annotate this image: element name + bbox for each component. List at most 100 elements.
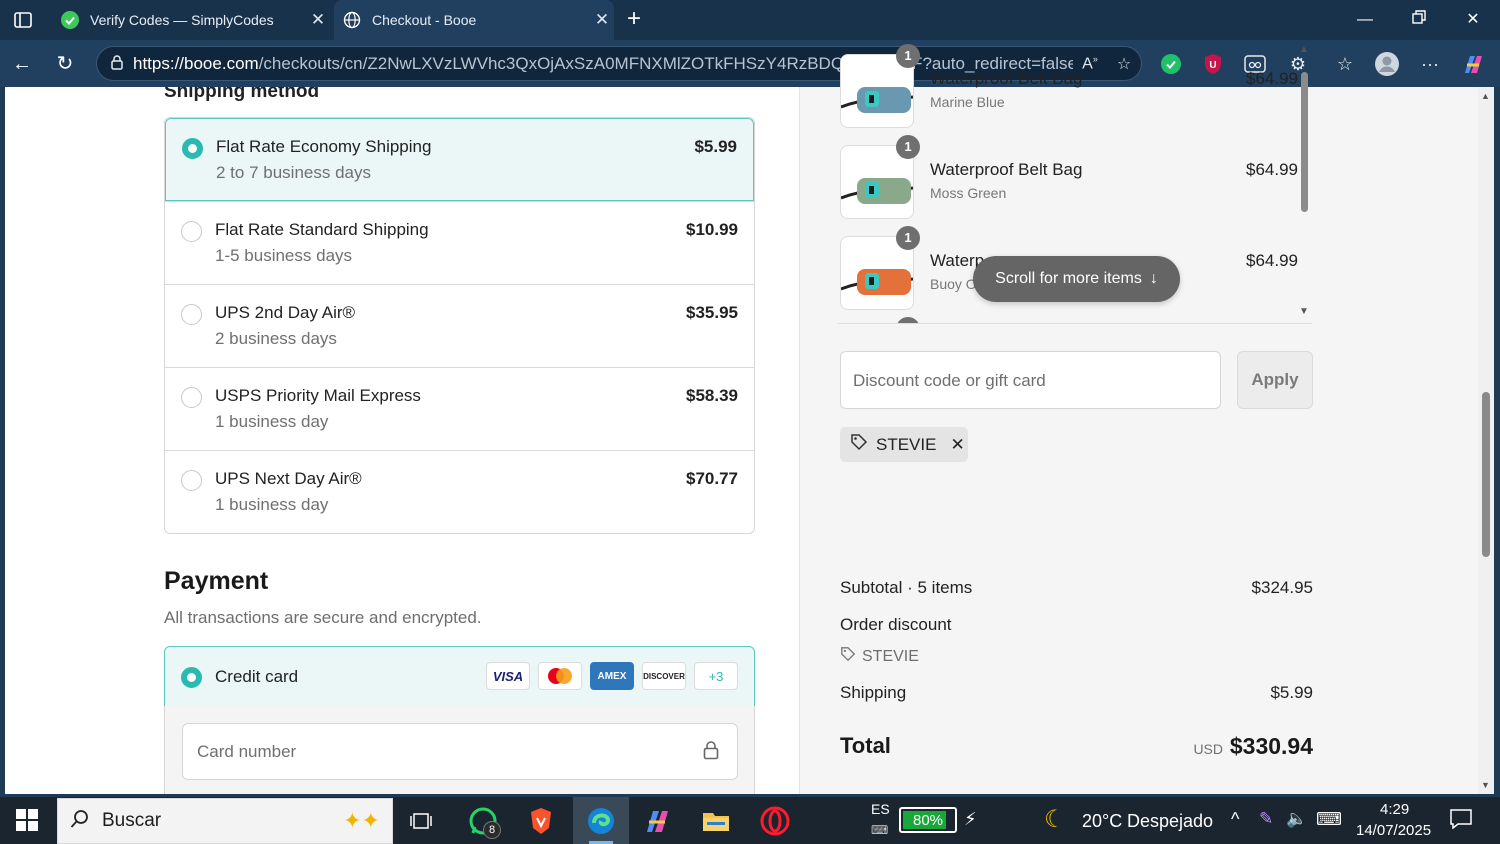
item-variant: Marine Blue (930, 94, 1005, 110)
page-scrollbar[interactable]: ▲ ▼ (1478, 87, 1494, 794)
charging-plug-icon: ⚡ (964, 809, 977, 829)
close-tab-icon[interactable]: ✕ (306, 10, 330, 30)
item-variant: Buoy O (930, 276, 977, 292)
opera-icon[interactable] (755, 803, 795, 839)
file-explorer-icon[interactable] (696, 803, 736, 839)
radio-unselected[interactable] (181, 304, 202, 325)
order-discount-row: Order discount (840, 615, 1313, 635)
show-hidden-icons[interactable]: ^ (1231, 809, 1239, 830)
weather-description[interactable]: Despejado (1127, 811, 1213, 832)
favorites-icon[interactable]: ☆ (1332, 51, 1358, 77)
windows-start-icon[interactable] (16, 809, 38, 831)
applied-discount-chip: STEVIE ✕ (840, 427, 968, 462)
order-item: 1 Waterproof Belt Bag Moss Green $64.99 (838, 135, 1298, 219)
scroll-hint-label: Scroll for more items (995, 270, 1142, 287)
shipping-option-ups-next-day[interactable]: UPS Next Day Air® 1 business day $70.77 (165, 450, 754, 533)
scroll-up-icon[interactable]: ▲ (1299, 44, 1309, 55)
item-price: $64.99 (1246, 251, 1298, 270)
mastercard-icon (538, 662, 582, 690)
back-icon[interactable]: ← (8, 50, 36, 78)
shipping-option-price: $10.99 (686, 220, 738, 239)
battery-indicator[interactable]: 80% (899, 807, 957, 833)
shipping-row: Shipping $5.99 (840, 683, 1313, 703)
profile-avatar-icon[interactable] (1374, 51, 1400, 77)
tab-title: Verify Codes — SimplyCodes (90, 12, 274, 28)
shipping-option-price: $35.95 (686, 303, 738, 322)
keyboard-icon[interactable]: ⌨ (1316, 809, 1342, 830)
apply-button[interactable]: Apply (1237, 351, 1313, 409)
edge-browser-icon[interactable] (573, 797, 629, 844)
total-row: Total USD $330.94 (840, 733, 1313, 759)
scroll-down-icon[interactable]: ▼ (1299, 306, 1309, 317)
divider (838, 323, 1312, 324)
brave-browser-icon[interactable] (521, 803, 561, 839)
discover-icon: DISCOVER (642, 662, 686, 690)
items-scrollbar[interactable]: ▲ ▼ (1297, 44, 1313, 322)
radio-unselected[interactable] (181, 387, 202, 408)
more-brands-badge: +3 (694, 662, 738, 690)
radio-selected[interactable] (182, 138, 203, 159)
shipping-option-ups-2nd-day[interactable]: UPS 2nd Day Air® 2 business days $35.95 (165, 284, 754, 367)
refresh-icon[interactable]: ↻ (51, 50, 79, 78)
scroll-for-more-button[interactable]: Scroll for more items ↓ (973, 256, 1180, 302)
shipping-option-standard[interactable]: Flat Rate Standard Shipping 1-5 business… (165, 201, 754, 284)
tag-icon (840, 646, 856, 667)
arrow-down-icon: ↓ (1149, 270, 1158, 287)
more-menu-icon[interactable]: ··· (1417, 51, 1443, 77)
shipping-option-time: 1 business day (215, 412, 329, 431)
copilot-app-icon[interactable] (637, 803, 677, 839)
tab-bar: Verify Codes — SimplyCodes ✕ Checkout - … (0, 0, 1500, 40)
shipping-option-usps-express[interactable]: USPS Priority Mail Express 1 business da… (165, 367, 754, 450)
item-name: Waterproof Belt Bag (930, 69, 1083, 88)
clock-time[interactable]: 4:29 (1380, 801, 1409, 818)
search-placeholder: Buscar (102, 810, 162, 831)
shipping-option-time: 1 business day (215, 495, 329, 514)
close-window-icon[interactable]: ✕ (1458, 8, 1488, 32)
card-number-placeholder: Card number (197, 742, 297, 761)
shipping-option-price: $5.99 (694, 137, 737, 156)
discount-code-field[interactable]: Discount code or gift card (840, 351, 1221, 409)
battery-percent: 80% (912, 812, 944, 829)
radio-selected[interactable] (181, 667, 202, 688)
shipping-value: $5.99 (1270, 683, 1313, 702)
tab-title: Checkout - Booe (372, 12, 477, 28)
restore-icon[interactable] (1404, 8, 1434, 32)
tab-actions-icon[interactable] (10, 8, 36, 32)
new-tab-button[interactable]: + (620, 6, 648, 34)
copilot-icon[interactable] (1460, 51, 1486, 77)
shipping-option-time: 2 to 7 business days (216, 163, 371, 182)
minimize-icon[interactable]: — (1350, 8, 1380, 32)
remove-code-icon[interactable]: ✕ (950, 435, 964, 455)
radio-unselected[interactable] (181, 470, 202, 491)
discount-placeholder: Discount code or gift card (853, 371, 1046, 390)
radio-unselected[interactable] (181, 221, 202, 242)
sparkle-icon: ✦✦ (343, 808, 380, 833)
volume-icon[interactable]: 🔈 (1286, 809, 1307, 829)
language-indicator[interactable]: ES (871, 801, 890, 817)
whatsapp-icon[interactable]: 8 (463, 803, 503, 839)
items-scrollbar-thumb[interactable] (1301, 72, 1308, 212)
lock-icon[interactable] (101, 54, 133, 73)
scroll-up-icon[interactable]: ▲ (1481, 91, 1490, 101)
taskbar-search[interactable]: Buscar ✦✦ (57, 798, 393, 844)
windows-taskbar: Buscar ✦✦ 8 ES ⌨ 80% ⚡ ☾ 20°C Despejado … (0, 797, 1500, 844)
clock-date[interactable]: 14/07/2025 (1356, 822, 1431, 839)
amex-icon: AMEX (590, 662, 634, 690)
close-tab-icon[interactable]: ✕ (590, 10, 614, 30)
item-name: Waterproof Belt Bag (930, 160, 1083, 179)
payment-heading: Payment (164, 567, 269, 595)
credit-card-option[interactable]: Credit card VISA AMEX DISCOVER +3 (164, 646, 755, 707)
shipping-method-heading: Shipping method (164, 87, 320, 102)
tab-simplycodes[interactable]: Verify Codes — SimplyCodes ✕ (52, 0, 330, 40)
pen-icon[interactable]: ✎ (1259, 809, 1273, 829)
scroll-down-icon[interactable]: ▼ (1481, 780, 1490, 790)
order-discount-code: STEVIE (840, 646, 919, 667)
tab-checkout[interactable]: Checkout - Booe ✕ (334, 0, 614, 40)
card-number-field[interactable]: Card number (182, 723, 738, 780)
weather-temperature[interactable]: 20°C (1082, 811, 1122, 832)
task-view-icon[interactable] (401, 803, 441, 839)
notifications-icon[interactable] (1450, 809, 1472, 834)
page-scrollbar-thumb[interactable] (1482, 392, 1490, 557)
total-value: $330.94 (1229, 733, 1313, 759)
shipping-option-economy[interactable]: Flat Rate Economy Shipping 2 to 7 busine… (165, 118, 754, 201)
